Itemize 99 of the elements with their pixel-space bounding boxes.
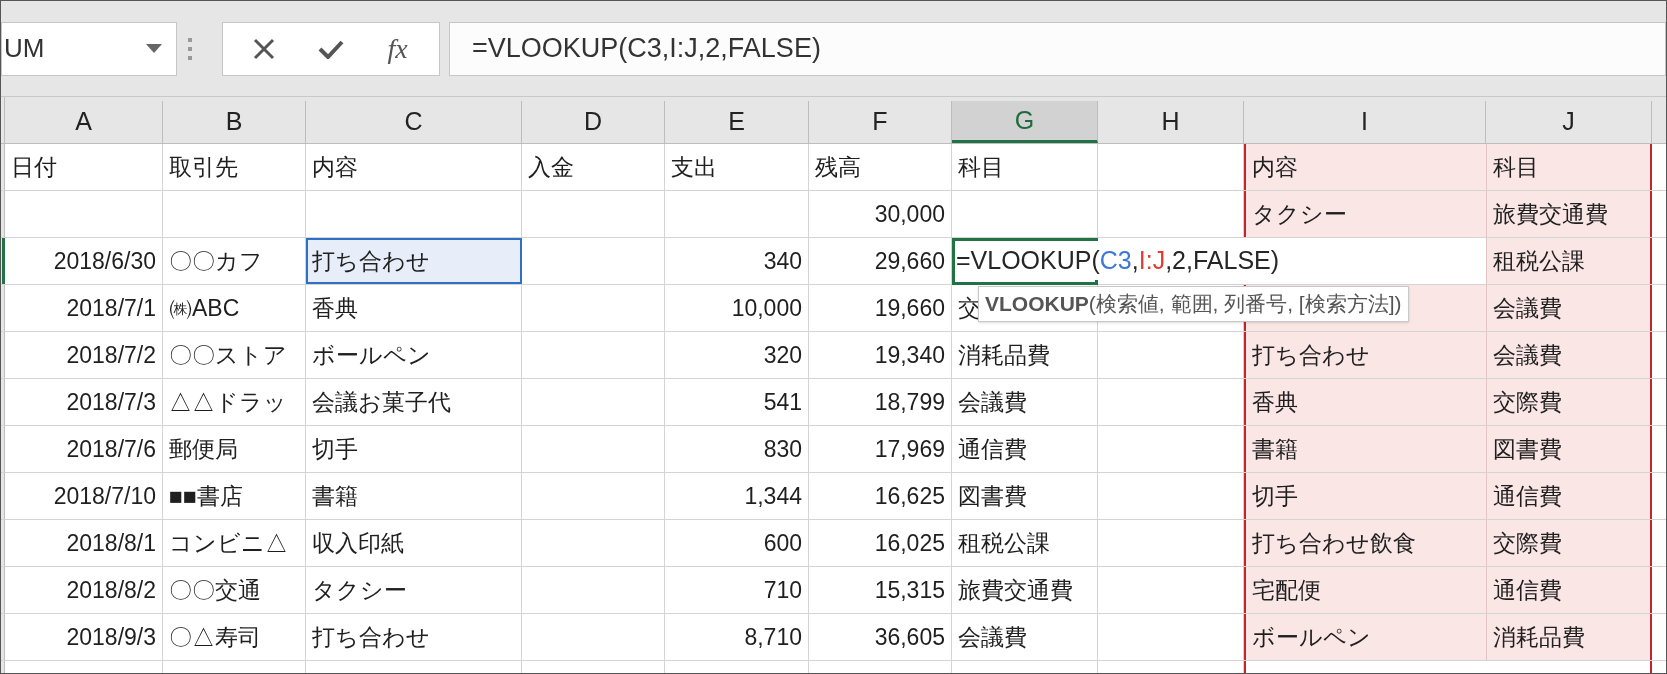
table-cell: 書籍 xyxy=(306,473,522,519)
table-cell: 内容 xyxy=(1244,144,1486,190)
cell-editor[interactable]: =VLOOKUP(C3,I:J,2,FALSE) xyxy=(956,241,1280,280)
table-cell: 17,969 xyxy=(809,426,952,472)
table-cell: 16,025 xyxy=(809,520,952,566)
table-cell: 1,344 xyxy=(665,473,809,519)
table-cell: 打ち合わせ飲食 xyxy=(1244,520,1486,566)
table-cell: 通信費 xyxy=(1486,567,1652,613)
table-cell: 消耗品費 xyxy=(952,332,1098,378)
table-cell: 交際費 xyxy=(1486,379,1652,425)
insert-function-button[interactable]: fx xyxy=(371,26,424,71)
table-cell: 600 xyxy=(665,520,809,566)
table-cell: 10,000 xyxy=(665,285,809,331)
table-cell: 2018/6/30 xyxy=(5,238,163,284)
table-cell: 830 xyxy=(665,426,809,472)
table-cell: 消耗品費 xyxy=(1486,614,1652,660)
table-cell: 30,000 xyxy=(809,191,952,237)
table-cell: ■■書店 xyxy=(163,473,306,519)
table-cell: 〇△寿司 xyxy=(163,614,306,660)
formula-text: =VLOOKUP(C3,I:J,2,FALSE) xyxy=(472,32,821,66)
table-cell: 日付 xyxy=(5,144,163,190)
table-cell: ボールペン xyxy=(306,332,522,378)
table-cell: 8,710 xyxy=(665,614,809,660)
table-cell: 〇〇ストア xyxy=(163,332,306,378)
check-icon xyxy=(318,38,344,59)
table-cell: 郵便局 xyxy=(163,426,306,472)
table-cell: ㈱ABC xyxy=(163,285,306,331)
table-cell: 710 xyxy=(665,567,809,613)
table-cell: 残高 xyxy=(809,144,952,190)
table-cell: コンビニ△ xyxy=(163,520,306,566)
column-header[interactable]: C xyxy=(306,101,522,143)
table-cell: 打ち合わせ xyxy=(306,238,522,284)
name-box-value: UM xyxy=(4,32,45,65)
name-box[interactable]: UM xyxy=(1,21,177,76)
table-cell: 通信費 xyxy=(952,426,1098,472)
column-header[interactable]: G xyxy=(952,101,1098,143)
column-header[interactable]: E xyxy=(665,101,809,143)
table-cell: 16,625 xyxy=(809,473,952,519)
table-cell: 18,799 xyxy=(809,379,952,425)
table-cell: 19,340 xyxy=(809,332,952,378)
table-cell: 旅費交通費 xyxy=(1486,191,1652,237)
close-icon xyxy=(253,37,276,60)
function-tooltip: VLOOKUP(検索値, 範囲, 列番号, [検索方法]) xyxy=(978,286,1409,322)
grip-icon xyxy=(188,37,192,60)
table-cell: 香典 xyxy=(1244,379,1486,425)
table-cell: 19,660 xyxy=(809,285,952,331)
table-cell: 交際費 xyxy=(1486,520,1652,566)
table-cell: 支出 xyxy=(665,144,809,190)
table-cell: 打ち合わせ xyxy=(306,614,522,660)
formula-field[interactable]: =VLOOKUP(C3,I:J,2,FALSE) xyxy=(449,21,1666,76)
table-cell: 2018/8/2 xyxy=(5,567,163,613)
table-cell: 2018/8/1 xyxy=(5,520,163,566)
table-cell: 29,660 xyxy=(809,238,952,284)
table-cell: 会議費 xyxy=(952,379,1098,425)
table-cell: 2018/7/6 xyxy=(5,426,163,472)
table-cell: 2018/7/2 xyxy=(5,332,163,378)
table-cell: △△ドラッ xyxy=(163,379,306,425)
table-cell: 541 xyxy=(665,379,809,425)
table-cell: タクシー xyxy=(306,567,522,613)
column-header[interactable]: D xyxy=(522,101,665,143)
table-cell: 2018/7/1 xyxy=(5,285,163,331)
table-cell: 320 xyxy=(665,332,809,378)
table-cell: 入金 xyxy=(522,144,665,190)
table-cell: 取引先 xyxy=(163,144,306,190)
table-cell: 15,315 xyxy=(809,567,952,613)
table-cell: 租税公課 xyxy=(1486,238,1652,284)
table-cell: 340 xyxy=(665,238,809,284)
table-cell: 打ち合わせ xyxy=(1244,332,1486,378)
table-cell: 香典 xyxy=(306,285,522,331)
table-cell: 収入印紙 xyxy=(306,520,522,566)
column-header[interactable]: I xyxy=(1244,101,1486,143)
table-cell: 図書費 xyxy=(1486,426,1652,472)
column-header[interactable]: B xyxy=(163,101,306,143)
table-cell: 〇〇交通 xyxy=(163,567,306,613)
table-cell: 科目 xyxy=(1486,144,1652,190)
table-cell: 2018/9/3 xyxy=(5,614,163,660)
table-cell: 2018/7/10 xyxy=(5,473,163,519)
table-cell: 旅費交通費 xyxy=(952,567,1098,613)
table-cell: 内容 xyxy=(306,144,522,190)
table-cell: 科目 xyxy=(952,144,1098,190)
table-cell: ボールペン xyxy=(1244,614,1486,660)
table-cell: タクシー xyxy=(1244,191,1486,237)
table-cell: 36,605 xyxy=(809,614,952,660)
column-header[interactable]: H xyxy=(1098,101,1244,143)
table-cell: 通信費 xyxy=(1486,473,1652,519)
table-cell: 書籍 xyxy=(1244,426,1486,472)
table-cell: 租税公課 xyxy=(952,520,1098,566)
dropdown-caret-icon xyxy=(146,44,162,53)
table-cell: 切手 xyxy=(1244,473,1486,519)
table-cell: 図書費 xyxy=(952,473,1098,519)
table-cell: 会議費 xyxy=(952,614,1098,660)
table-cell: 会議費 xyxy=(1486,332,1652,378)
table-cell: 2018/7/3 xyxy=(5,379,163,425)
table-cell: 宅配便 xyxy=(1244,567,1486,613)
table-cell: 会議お菓子代 xyxy=(306,379,522,425)
column-header[interactable]: J xyxy=(1486,101,1652,143)
table-cell: 切手 xyxy=(306,426,522,472)
table-cell: 会議費 xyxy=(1486,285,1652,331)
column-header[interactable]: A xyxy=(5,101,163,143)
